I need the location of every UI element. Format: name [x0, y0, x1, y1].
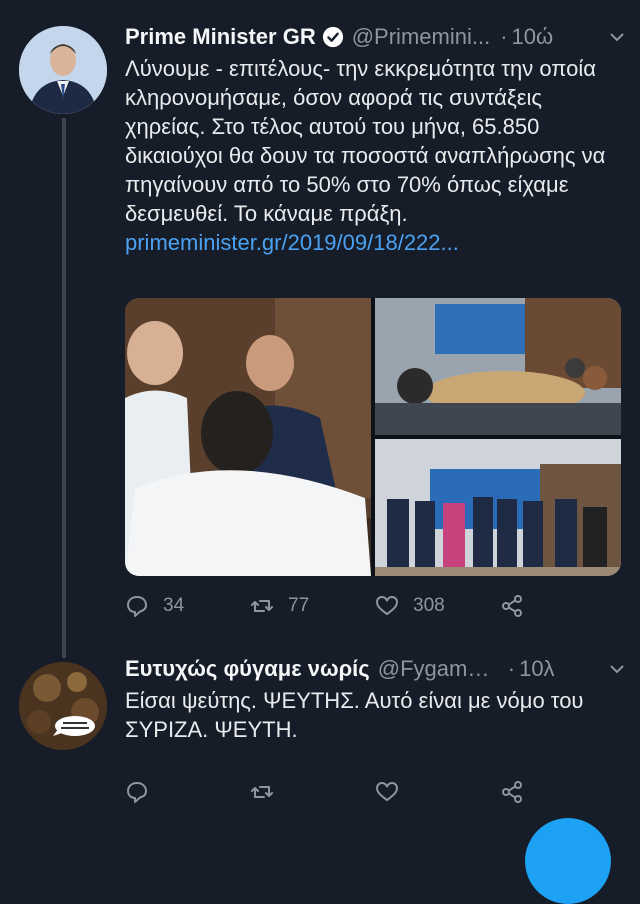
retweet-button[interactable] [250, 780, 375, 804]
heart-icon [376, 596, 398, 615]
reply-count: 34 [163, 595, 185, 616]
photo-meeting-closeup[interactable] [125, 298, 371, 576]
reply-icon [127, 596, 147, 617]
photo-image [375, 439, 621, 576]
share-icon [502, 781, 522, 803]
tweet-text: Είσαι ψεύτης. ΨΕΥΤΗΣ. Αυτό είναι με νόμο… [125, 688, 584, 742]
thread-connector-line [62, 118, 66, 658]
reply-icon [127, 782, 147, 803]
verified-badge-icon [322, 26, 343, 48]
tweet-time: 10λ [519, 656, 555, 681]
tweet-actions: 34 77 308 [125, 594, 625, 618]
tweet-text-block: Λύνουμε - επιτέλους- την εκκρεμότητα την… [125, 54, 626, 257]
like-count: 308 [413, 595, 445, 616]
tweet-time: 10ώ [511, 24, 554, 49]
retweet-button[interactable]: 77 [250, 594, 375, 618]
chevron-down-icon[interactable] [608, 28, 626, 46]
avatar-prime-minister[interactable] [19, 26, 107, 114]
retweet-icon [251, 786, 273, 798]
share-button[interactable] [500, 780, 625, 804]
tweet-photo-grid[interactable] [125, 298, 621, 576]
like-button[interactable] [375, 780, 500, 804]
retweet-count: 77 [288, 595, 310, 616]
author-name[interactable]: Prime Minister GR [125, 24, 316, 50]
author-handle[interactable]: @Primemini... [352, 24, 490, 50]
chevron-down-icon[interactable] [608, 660, 626, 678]
tweet-reply-fygame[interactable]: Ευτυχώς φύγαμε νωρίς @Fygame... · 10λ Εί… [125, 652, 626, 744]
reply-button[interactable]: 34 [125, 594, 250, 618]
separator-dot: · [507, 656, 516, 681]
compose-tweet-button[interactable] [525, 818, 611, 904]
heart-icon [376, 782, 398, 801]
photo-image [375, 298, 621, 435]
avatar-fygame[interactable] [19, 662, 107, 750]
tweet-actions [125, 780, 625, 804]
retweet-icon [251, 600, 273, 612]
like-button[interactable]: 308 [375, 594, 500, 618]
avatar-image [19, 26, 107, 114]
photo-conference-room[interactable] [375, 298, 621, 435]
avatar-image [19, 662, 107, 750]
photo-image [125, 298, 371, 576]
separator-dot: · [500, 24, 508, 49]
reply-button[interactable] [125, 780, 250, 804]
share-icon [502, 595, 522, 617]
tweet-text: Λύνουμε - επιτέλους- την εκκρεμότητα την… [125, 56, 606, 226]
tweet-header: Prime Minister GR @Primemini... · 10ώ [125, 20, 626, 54]
tweet-link[interactable]: primeminister.gr/2019/09/18/222... [125, 230, 459, 255]
share-button[interactable] [500, 594, 625, 618]
author-name[interactable]: Ευτυχώς φύγαμε νωρίς [125, 656, 370, 682]
tweet-header: Ευτυχώς φύγαμε νωρίς @Fygame... · 10λ [125, 652, 626, 686]
tweet-prime-minister[interactable]: Prime Minister GR @Primemini... · 10ώ Λύ… [125, 20, 626, 257]
author-handle[interactable]: @Fygame... [378, 656, 498, 682]
photo-group-portrait[interactable] [375, 439, 621, 576]
